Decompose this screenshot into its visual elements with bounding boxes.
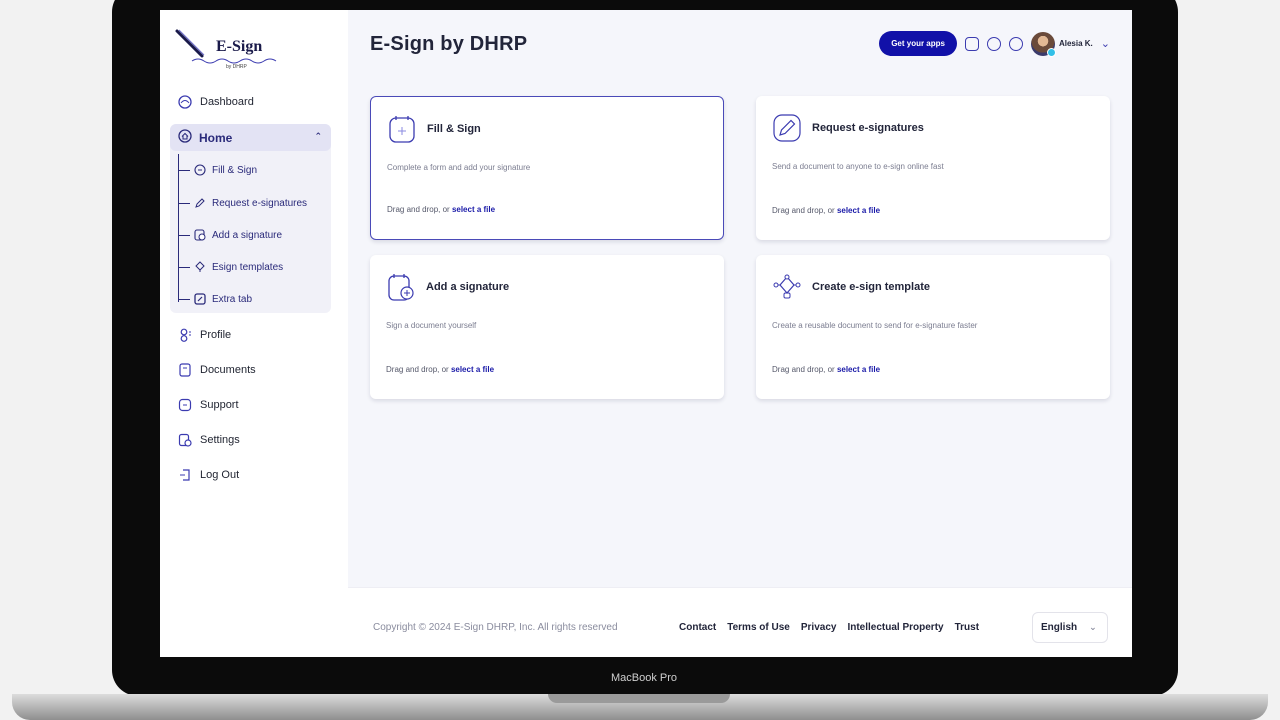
- page-title: E-Sign by DHRP: [370, 33, 528, 55]
- card-title: Request e-signatures: [812, 122, 924, 134]
- sidebar-item-label: Dashboard: [200, 96, 254, 108]
- sidebar-item-label: Support: [200, 399, 239, 411]
- footer-link-privacy[interactable]: Privacy: [801, 622, 837, 633]
- footer-link-ip[interactable]: Intellectual Property: [847, 622, 943, 633]
- device-label: MacBook Pro: [610, 672, 678, 684]
- sidebar-item-documents[interactable]: Documents: [178, 359, 338, 381]
- help-icon[interactable]: [1008, 36, 1023, 51]
- card-title: Add a signature: [426, 281, 510, 293]
- card-description: Create a reusable document to send for e…: [772, 321, 978, 330]
- footer-link-contact[interactable]: Contact: [679, 622, 716, 633]
- card-fill-sign[interactable]: Fill & Sign Complete a form and add your…: [370, 96, 724, 240]
- sidebar: E-Sign by DHRP Dashboard Home ⌃ Fill & S…: [160, 10, 348, 657]
- card-title: Fill & Sign: [427, 123, 481, 135]
- card-add-signature[interactable]: Add a signature Sign a document yourself…: [370, 255, 724, 399]
- sidebar-item-profile[interactable]: Profile: [178, 324, 338, 346]
- sidebar-item-add-signature[interactable]: Add a signature: [178, 226, 282, 244]
- app-screen: E-Sign by DHRP Dashboard Home ⌃ Fill & S…: [160, 10, 1132, 657]
- home-icon: [178, 129, 192, 146]
- get-apps-button[interactable]: Get your apps: [879, 31, 957, 56]
- logo-subtitle: by DHRP: [226, 64, 247, 70]
- inbox-icon[interactable]: [964, 36, 979, 51]
- logout-icon: [178, 468, 192, 482]
- documents-icon: [178, 363, 192, 377]
- chevron-up-icon[interactable]: ⌃: [314, 131, 322, 142]
- sidebar-item-label: Esign templates: [212, 261, 284, 273]
- laptop-notch: [548, 694, 730, 703]
- add-signature-icon: [388, 274, 414, 301]
- footer-link-trust[interactable]: Trust: [955, 622, 979, 633]
- select-file-link[interactable]: select a file: [451, 365, 494, 374]
- card-description: Send a document to anyone to e-sign onli…: [772, 162, 944, 171]
- template-icon: [194, 261, 206, 273]
- card-dropzone[interactable]: Drag and drop, or select a file: [772, 365, 880, 374]
- profile-icon: [178, 328, 192, 342]
- extra-tab-icon: [194, 293, 206, 305]
- select-file-link[interactable]: select a file: [452, 205, 495, 214]
- dashboard-icon: [178, 95, 192, 109]
- footer-links: Contact Terms of Use Privacy Intellectua…: [679, 622, 979, 633]
- card-dropzone[interactable]: Drag and drop, or select a file: [386, 365, 494, 374]
- card-request-esignatures[interactable]: Request e-signatures Send a document to …: [756, 96, 1110, 240]
- footer-link-terms[interactable]: Terms of Use: [727, 622, 790, 633]
- card-create-template[interactable]: Create e-sign template Create a reusable…: [756, 255, 1110, 399]
- pen-icon: [194, 197, 206, 209]
- sidebar-item-label: Log Out: [200, 469, 240, 481]
- footer: Copyright © 2024 E-Sign DHRP, Inc. All r…: [348, 587, 1132, 657]
- notifications-icon[interactable]: [986, 36, 1001, 51]
- copyright: Copyright © 2024 E-Sign DHRP, Inc. All r…: [373, 622, 618, 633]
- select-file-link[interactable]: select a file: [837, 206, 880, 215]
- add-signature-icon: [194, 229, 206, 241]
- template-icon: [773, 274, 801, 299]
- top-actions: Get your apps Alesia K. ⌄: [879, 31, 1110, 57]
- sidebar-item-label: Add a signature: [212, 229, 283, 241]
- sidebar-item-fill-sign[interactable]: Fill & Sign: [178, 161, 257, 179]
- chevron-down-icon: ⌄: [1089, 622, 1097, 632]
- sidebar-item-label: Fill & Sign: [212, 164, 258, 176]
- sidebar-item-esign-templates[interactable]: Esign templates: [178, 258, 283, 276]
- user-name[interactable]: Alesia K.: [1059, 39, 1093, 48]
- sidebar-home-group: Home ⌃ Fill & Sign Request e-signatures …: [170, 124, 331, 313]
- main-content: E-Sign by DHRP Get your apps Alesia K. ⌄…: [348, 10, 1132, 657]
- settings-icon: [178, 433, 192, 447]
- avatar[interactable]: [1030, 31, 1056, 57]
- card-dropzone[interactable]: Drag and drop, or select a file: [772, 206, 880, 215]
- pen-icon: [773, 114, 801, 142]
- language-value: English: [1041, 622, 1078, 633]
- logo[interactable]: E-Sign by DHRP: [174, 28, 282, 74]
- sidebar-item-support[interactable]: Support: [178, 394, 338, 416]
- sidebar-item-label: Request e-signatures: [212, 197, 308, 209]
- sidebar-item-home[interactable]: Home ⌃: [170, 124, 331, 151]
- logo-text: E-Sign: [216, 38, 263, 55]
- language-select[interactable]: English ⌄: [1032, 612, 1108, 643]
- card-dropzone[interactable]: Drag and drop, or select a file: [387, 205, 495, 214]
- sidebar-item-extra-tab[interactable]: Extra tab: [178, 290, 252, 308]
- sidebar-item-label: Extra tab: [212, 293, 253, 305]
- sidebar-item-label: Profile: [200, 329, 232, 341]
- card-description: Complete a form and add your signature: [387, 163, 531, 172]
- sidebar-item-logout[interactable]: Log Out: [178, 464, 338, 486]
- sidebar-item-settings[interactable]: Settings: [178, 429, 338, 451]
- chevron-down-icon[interactable]: ⌄: [1101, 37, 1110, 50]
- fill-sign-icon: [389, 116, 415, 143]
- support-icon: [178, 398, 192, 412]
- card-title: Create e-sign template: [812, 281, 930, 293]
- sidebar-item-label: Settings: [200, 434, 240, 446]
- fill-sign-icon: [194, 164, 206, 176]
- sidebar-item-label: Home: [199, 130, 233, 145]
- sidebar-item-dashboard[interactable]: Dashboard: [178, 91, 338, 113]
- sidebar-item-label: Documents: [200, 364, 256, 376]
- select-file-link[interactable]: select a file: [837, 365, 880, 374]
- sidebar-item-request-esignatures[interactable]: Request e-signatures: [178, 194, 307, 212]
- card-description: Sign a document yourself: [386, 321, 477, 330]
